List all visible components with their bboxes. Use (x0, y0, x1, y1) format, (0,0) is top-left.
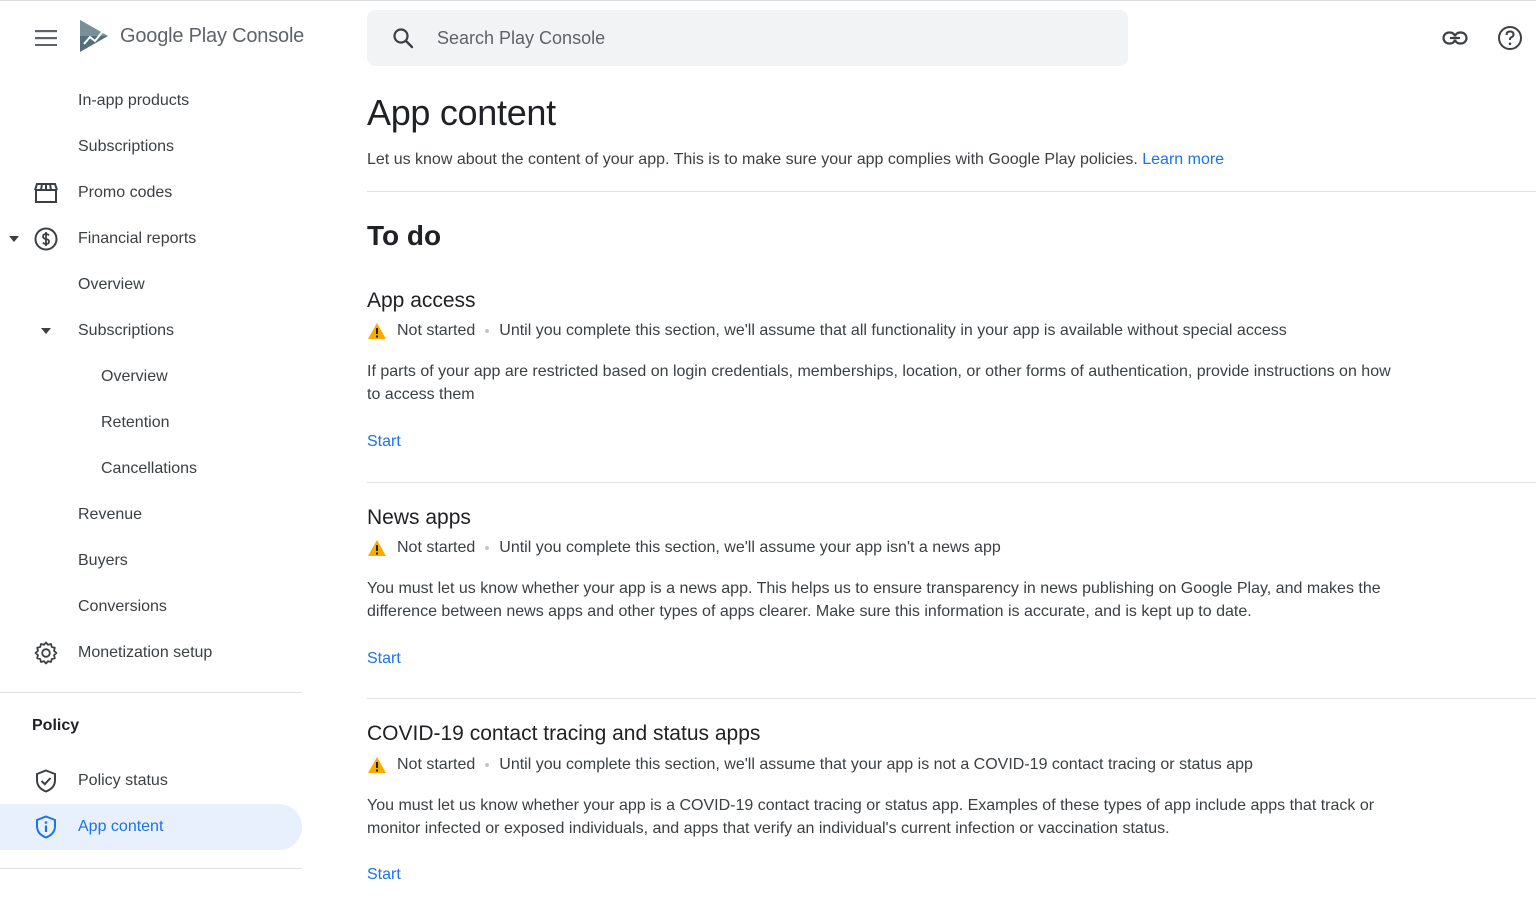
learn-more-link[interactable]: Learn more (1142, 151, 1224, 168)
gear-icon (34, 641, 58, 665)
sidebar-item-label: Buyers (78, 552, 128, 569)
warning-icon (368, 540, 386, 556)
help-icon (1498, 26, 1522, 50)
page-subtitle-text: Let us know about the content of your ap… (367, 151, 1138, 168)
sidebar-item-label: Retention (101, 414, 170, 431)
card-title: News apps (367, 506, 471, 529)
section-divider (367, 482, 1536, 483)
sidebar-item-subscriptions[interactable]: Subscriptions (0, 124, 302, 170)
sidebar-item-promo-codes[interactable]: Promo codes (0, 170, 302, 216)
sidebar-item-retention[interactable]: Retention (0, 400, 302, 446)
sidebar-item-buyers[interactable]: Buyers (0, 538, 302, 584)
caret-down-icon[interactable] (40, 325, 52, 337)
sidebar-item-label: Subscriptions (78, 322, 175, 339)
separator-dot (485, 546, 490, 550)
sidebar-item-label: Revenue (78, 506, 143, 523)
sidebar-item-label: Promo codes (78, 184, 173, 201)
shield-info-icon (34, 815, 58, 839)
todo-heading: To do (367, 220, 442, 251)
status-row: Not started Until you complete this sect… (367, 756, 1253, 774)
sidebar-item-cancellations[interactable]: Cancellations (0, 446, 302, 492)
play-console-logo[interactable]: Google Play Console (78, 18, 304, 54)
start-button[interactable]: Start (367, 866, 401, 884)
section-divider (367, 191, 1536, 192)
sidebar-item-label: Monetization setup (78, 644, 213, 661)
status-row: Not started Until you complete this sect… (367, 539, 1001, 557)
play-console-logo-icon (80, 20, 108, 52)
card-title: COVID-19 contact tracing and status apps (367, 722, 761, 745)
top-border (0, 0, 1536, 1)
sidebar-item-app-content[interactable]: App content (0, 804, 302, 850)
status-row: Not started Until you complete this sect… (367, 322, 1287, 340)
sidebar-item-policy-status[interactable]: Policy status (0, 758, 302, 804)
sidebar-item-in-app-products[interactable]: In-app products (0, 78, 302, 124)
search-input[interactable] (437, 22, 1097, 54)
start-button[interactable]: Start (367, 650, 401, 668)
sidebar-section-title: Policy (32, 717, 80, 734)
sidebar-item-subscriptions-reports[interactable]: Subscriptions (0, 308, 302, 354)
sidebar-item-monetization-setup[interactable]: Monetization setup (0, 630, 302, 676)
status-badge: Not started (397, 322, 476, 339)
sidebar-item-label: Policy status (78, 772, 168, 789)
promo-codes-icon (34, 181, 58, 205)
status-badge: Not started (397, 539, 476, 556)
sidebar-item-financial-reports[interactable]: Financial reports (0, 216, 302, 262)
warning-icon (368, 323, 386, 339)
caret-down-icon[interactable] (8, 233, 20, 245)
card-description: You must let us know whether your app is… (367, 797, 1375, 837)
dollar-icon (34, 227, 58, 251)
sidebar-item-conversions[interactable]: Conversions (0, 584, 302, 630)
menu-icon (35, 30, 57, 46)
sidebar-item-label: Conversions (78, 598, 167, 615)
shield-check-icon (34, 769, 58, 793)
sidebar-item-label: App content (78, 818, 164, 835)
page-title: App content (367, 92, 556, 133)
warning-icon (368, 757, 386, 773)
status-note: Until you complete this section, we'll a… (499, 322, 1287, 339)
sidebar-item-label: Cancellations (101, 460, 198, 477)
sidebar-item-label: Overview (78, 276, 145, 293)
search-icon[interactable] (391, 26, 415, 50)
sidebar-item-label: Financial reports (78, 230, 197, 247)
card-description: If parts of your app are restricted base… (367, 363, 1391, 403)
logo-text: Google Play Console (120, 24, 305, 47)
separator-dot (485, 329, 490, 333)
separator-dot (485, 763, 490, 767)
status-note: Until you complete this section, we'll a… (499, 539, 1001, 556)
menu-button[interactable] (28, 24, 64, 52)
section-divider (367, 698, 1536, 699)
sidebar-item-label: Subscriptions (78, 138, 175, 155)
sidebar-item-label: In-app products (78, 92, 190, 109)
card-title: App access (367, 289, 476, 312)
sidebar-item-subscriptions-overview[interactable]: Overview (0, 354, 302, 400)
sidebar-divider (0, 692, 302, 693)
search-bar[interactable] (367, 10, 1128, 66)
card-description: You must let us know whether your app is… (367, 580, 1381, 620)
sidebar-divider (0, 868, 302, 869)
sidebar-item-label: Overview (101, 368, 168, 385)
status-badge: Not started (397, 756, 476, 773)
sidebar-item-revenue[interactable]: Revenue (0, 492, 302, 538)
help-button[interactable] (1496, 24, 1524, 52)
link-button[interactable] (1441, 24, 1469, 52)
status-note: Until you complete this section, we'll a… (499, 756, 1253, 773)
sidebar-item-overview[interactable]: Overview (0, 262, 302, 308)
page-subtitle: Let us know about the content of your ap… (367, 151, 1224, 169)
start-button[interactable]: Start (367, 433, 401, 451)
link-icon (1442, 31, 1468, 45)
